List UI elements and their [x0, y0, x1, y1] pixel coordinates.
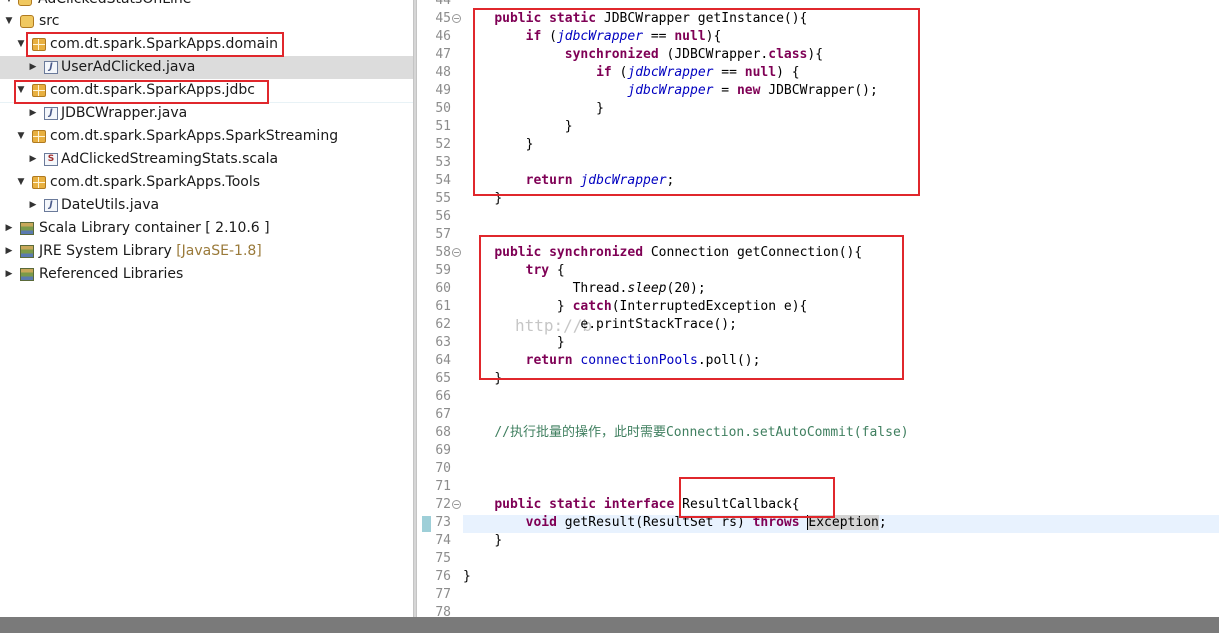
- annotation-box: [679, 477, 835, 518]
- package-explorer: ▼ AdClickedStatsOnLine ▼ src ▼ com.dt.sp…: [0, 0, 413, 633]
- line-number: 62: [435, 317, 451, 332]
- code-text: ;: [878, 515, 887, 530]
- line-number: 57: [435, 227, 451, 242]
- line-number: 75: [435, 551, 451, 566]
- code-line: //执行批量的操作，此时需要Connection.setAutoCommit(f…: [463, 424, 909, 442]
- keyword: public static interface: [494, 497, 675, 512]
- line-number: 54: [435, 173, 451, 188]
- scala-file-icon: S: [44, 153, 58, 166]
- tree-item-label: com.dt.spark.SparkApps.SparkStreaming: [50, 128, 339, 144]
- collapse-arrow-icon[interactable]: ▶: [28, 102, 38, 125]
- collapse-arrow-icon[interactable]: ▶: [28, 148, 38, 171]
- line-number: 53: [435, 155, 451, 170]
- code-line: }: [463, 532, 502, 550]
- expand-arrow-icon[interactable]: ▼: [16, 171, 26, 194]
- line-number: 64: [435, 353, 451, 368]
- expand-arrow-icon[interactable]: ▼: [16, 33, 26, 56]
- tree-item-scala-library[interactable]: ▶ Scala Library container [ 2.10.6 ]: [0, 217, 413, 240]
- annotation-box: [479, 235, 904, 380]
- line-number: 68: [435, 425, 451, 440]
- tree-item-label: com.dt.spark.SparkApps.Tools: [50, 174, 261, 190]
- tree-item-src[interactable]: ▼ src: [0, 10, 413, 33]
- line-number: 66: [435, 389, 451, 404]
- line-number: 70: [435, 461, 451, 476]
- tree-item-jre-library[interactable]: ▶ JRE System Library [JavaSE-1.8]: [0, 240, 413, 263]
- line-number: 65: [435, 371, 451, 386]
- tree-item-label: Scala Library container [ 2.10.6 ]: [39, 220, 270, 236]
- java-file-icon: J: [44, 61, 58, 74]
- tree-item-label: Referenced Libraries: [39, 266, 184, 282]
- line-number: 74: [435, 533, 451, 548]
- collapse-arrow-icon[interactable]: ▶: [28, 56, 38, 79]
- code-editor[interactable]: 44 45 46 47 48 49 50 51 52 53 54 55 56 5…: [417, 0, 1219, 633]
- tree-item-label: JRE System Library [JavaSE-1.8]: [39, 240, 262, 263]
- line-number: 72: [435, 497, 451, 512]
- line-number: 63: [435, 335, 451, 350]
- line-number: 59: [435, 263, 451, 278]
- tree-item-label: DateUtils.java: [61, 197, 160, 213]
- status-bar: [0, 617, 1219, 633]
- line-number: 45: [435, 11, 451, 26]
- project-icon: [18, 0, 32, 6]
- annotation-box: [473, 8, 920, 196]
- line-number: 49: [435, 83, 451, 98]
- fold-collapse-icon[interactable]: −: [452, 248, 461, 257]
- tree-item-file-jdbcwrapper[interactable]: ▶ J JDBCWrapper.java: [0, 102, 413, 125]
- expand-arrow-icon[interactable]: ▼: [16, 125, 26, 148]
- tree-item-label: src: [39, 13, 60, 29]
- expand-arrow-icon[interactable]: ▼: [4, 10, 14, 33]
- line-number: 56: [435, 209, 451, 224]
- tree-item-file-useradclicked[interactable]: ▶ J UserAdClicked.java: [0, 56, 413, 79]
- line-number: 61: [435, 299, 451, 314]
- tree-item-file-adclickedstreamingstats[interactable]: ▶ S AdClickedStreamingStats.scala: [0, 148, 413, 171]
- tree-item-file-dateutils[interactable]: ▶ J DateUtils.java: [0, 194, 413, 217]
- annotation-box: [26, 32, 284, 57]
- java-file-icon: J: [44, 199, 58, 212]
- line-number: 44: [435, 0, 451, 8]
- line-number: 48: [435, 65, 451, 80]
- library-icon: [20, 268, 34, 281]
- package-icon: [32, 176, 46, 189]
- line-number: 60: [435, 281, 451, 296]
- code-text: }: [463, 569, 471, 584]
- fold-collapse-icon[interactable]: −: [452, 500, 461, 509]
- tree-item-referenced-libraries[interactable]: ▶ Referenced Libraries: [0, 263, 413, 286]
- library-icon: [20, 245, 34, 258]
- tree-item-label: UserAdClicked.java: [61, 59, 196, 75]
- line-number: 51: [435, 119, 451, 134]
- line-number: 52: [435, 137, 451, 152]
- collapse-arrow-icon[interactable]: ▶: [4, 240, 14, 263]
- java-file-icon: J: [44, 107, 58, 120]
- line-number: 47: [435, 47, 451, 62]
- fold-collapse-icon[interactable]: −: [452, 14, 461, 23]
- tree-item-label: AdClickedStreamingStats.scala: [61, 151, 279, 167]
- line-number: 77: [435, 587, 451, 602]
- library-icon: [20, 222, 34, 235]
- line-number: 58: [435, 245, 451, 260]
- line-number: 55: [435, 191, 451, 206]
- annotation-box: [14, 80, 269, 104]
- line-number: 76: [435, 569, 451, 584]
- tree-item-label: JDBCWrapper.java: [61, 105, 188, 121]
- library-version: [JavaSE-1.8]: [176, 243, 262, 259]
- library-name: JRE System Library: [39, 243, 172, 259]
- line-number: 69: [435, 443, 451, 458]
- collapse-arrow-icon[interactable]: ▶: [28, 194, 38, 217]
- keyword: void: [525, 515, 557, 530]
- line-number: 71: [435, 479, 451, 494]
- code-line: }: [463, 568, 471, 586]
- line-number: 46: [435, 29, 451, 44]
- collapse-arrow-icon[interactable]: ▶: [4, 263, 14, 286]
- collapse-arrow-icon[interactable]: ▶: [4, 217, 14, 240]
- code-text: }: [494, 533, 503, 548]
- line-number: 67: [435, 407, 451, 422]
- source-folder-icon: [20, 15, 34, 28]
- line-number: 50: [435, 101, 451, 116]
- tree-item-package-sparkstreaming[interactable]: ▼ com.dt.spark.SparkApps.SparkStreaming: [0, 125, 413, 148]
- package-icon: [32, 130, 46, 143]
- code-comment: //执行批量的操作，此时需要Connection.setAutoCommit(f…: [494, 425, 909, 440]
- line-number: 73: [435, 515, 451, 530]
- tree-item-package-tools[interactable]: ▼ com.dt.spark.SparkApps.Tools: [0, 171, 413, 194]
